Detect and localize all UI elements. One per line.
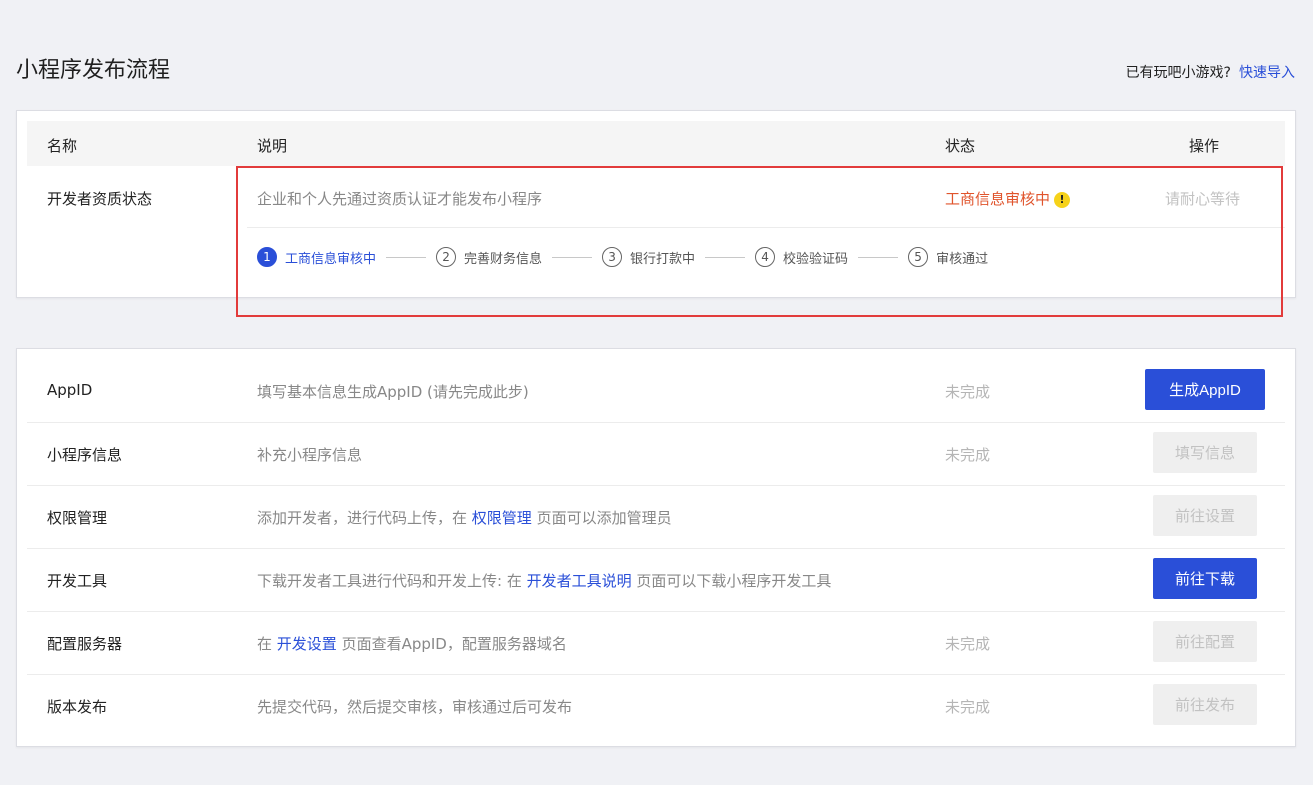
step-connector xyxy=(705,256,746,258)
permission-management-link[interactable]: 权限管理 xyxy=(472,509,532,527)
row-desc-prefix: 在 xyxy=(257,635,277,653)
step-3-number: 3 xyxy=(602,247,623,267)
qualification-steps: 1 工商信息审核中 2 完善财务信息 3 银行打款中 4 校验验证码 5 审核通… xyxy=(257,247,988,267)
row-name: 配置服务器 xyxy=(47,635,123,653)
go-download-button[interactable]: 前往下载 xyxy=(1153,558,1257,599)
devtools-doc-link[interactable]: 开发者工具说明 xyxy=(527,572,632,590)
row-status: 未完成 xyxy=(945,698,991,716)
row-status: 未完成 xyxy=(945,635,991,653)
row-desc-suffix: 页面可以下载小程序开发工具 xyxy=(631,572,832,590)
step-connector xyxy=(386,256,427,258)
generate-appid-button[interactable]: 生成AppID xyxy=(1145,369,1265,410)
header-op: 操作 xyxy=(1189,137,1220,155)
qualification-status-text: 工商信息审核中 xyxy=(945,190,1051,208)
row-desc: 在 开发设置 页面查看AppID，配置服务器域名 xyxy=(257,633,567,654)
go-configure-button[interactable]: 前往配置 xyxy=(1153,621,1257,662)
header-desc: 说明 xyxy=(257,137,288,155)
step-2-label: 完善财务信息 xyxy=(464,251,543,267)
table-row: 开发工具 下载开发者工具进行代码和开发上传: 在 开发者工具说明 页面可以下载小… xyxy=(27,548,1285,611)
step-4: 4 校验验证码 xyxy=(755,247,848,267)
table-row: 配置服务器 在 开发设置 页面查看AppID，配置服务器域名 未完成 前往配置 xyxy=(27,611,1285,674)
fill-info-button[interactable]: 填写信息 xyxy=(1153,432,1257,473)
step-4-number: 4 xyxy=(755,247,776,267)
step-4-label: 校验验证码 xyxy=(783,251,849,267)
go-publish-button[interactable]: 前往发布 xyxy=(1153,684,1257,725)
row-name: 小程序信息 xyxy=(47,446,123,464)
qualification-name: 开发者资质状态 xyxy=(47,190,153,208)
table-row: 版本发布 先提交代码，然后提交审核，审核通过后可发布 未完成 前往发布 xyxy=(27,674,1285,737)
step-3-label: 银行打款中 xyxy=(630,251,696,267)
go-settings-button[interactable]: 前往设置 xyxy=(1153,495,1257,536)
row-desc-suffix: 页面查看AppID，配置服务器域名 xyxy=(336,635,567,653)
row-status: 未完成 xyxy=(945,446,991,464)
step-2: 2 完善财务信息 xyxy=(436,247,542,267)
page-title: 小程序发布流程 xyxy=(16,58,171,83)
step-5: 5 审核通过 xyxy=(908,247,988,267)
step-1-number: 1 xyxy=(257,247,277,267)
import-question: 已有玩吧小游戏? xyxy=(1125,65,1231,81)
step-3: 3 银行打款中 xyxy=(602,247,695,267)
import-prompt: 已有玩吧小游戏? 快速导入 xyxy=(1126,62,1295,82)
step-1-label: 工商信息审核中 xyxy=(285,251,377,267)
quick-import-link[interactable]: 快速导入 xyxy=(1239,65,1295,81)
row-desc: 填写基本信息生成AppID (请先完成此步) xyxy=(257,383,529,401)
row-desc: 下载开发者工具进行代码和开发上传: 在 开发者工具说明 页面可以下载小程序开发工… xyxy=(257,570,831,591)
step-5-number: 5 xyxy=(908,247,929,267)
step-5-label: 审核通过 xyxy=(936,251,989,267)
qualification-divider xyxy=(247,227,1285,228)
step-1: 1 工商信息审核中 xyxy=(257,247,376,267)
row-name: 开发工具 xyxy=(47,572,108,590)
row-desc-suffix: 页面可以添加管理员 xyxy=(531,509,672,527)
header-name: 名称 xyxy=(47,137,78,155)
header-status: 状态 xyxy=(945,137,976,155)
table-row: 小程序信息 补充小程序信息 未完成 填写信息 xyxy=(27,422,1285,485)
qualification-status: 工商信息审核中! xyxy=(945,188,1071,209)
row-name: AppID xyxy=(47,381,93,399)
row-desc: 添加开发者，进行代码上传，在 权限管理 页面可以添加管理员 xyxy=(257,507,672,528)
step-connector xyxy=(858,256,899,258)
warning-icon: ! xyxy=(1054,191,1071,208)
qualification-desc: 企业和个人先通过资质认证才能发布小程序 xyxy=(257,190,543,208)
row-desc: 先提交代码，然后提交审核，审核通过后可发布 xyxy=(257,698,573,716)
publish-steps-card: AppID 填写基本信息生成AppID (请先完成此步) 未完成 生成AppID… xyxy=(16,348,1296,747)
qualification-card: 名称 说明 状态 操作 开发者资质状态 企业和个人先通过资质认证才能发布小程序 … xyxy=(16,110,1296,298)
table-row: AppID 填写基本信息生成AppID (请先完成此步) 未完成 生成AppID xyxy=(27,359,1285,422)
row-desc: 补充小程序信息 xyxy=(257,446,363,464)
table-row: 权限管理 添加开发者，进行代码上传，在 权限管理 页面可以添加管理员 前往设置 xyxy=(27,485,1285,548)
row-status: 未完成 xyxy=(945,383,991,401)
row-desc-prefix: 添加开发者，进行代码上传，在 xyxy=(257,509,472,527)
step-2-number: 2 xyxy=(436,247,457,267)
table-header: 名称 说明 状态 操作 xyxy=(27,121,1285,166)
dev-settings-link[interactable]: 开发设置 xyxy=(277,635,337,653)
qualification-op: 请耐心等待 xyxy=(1165,190,1241,208)
step-connector xyxy=(552,256,593,258)
row-desc-prefix: 下载开发者工具进行代码和开发上传: 在 xyxy=(257,572,527,590)
row-name: 版本发布 xyxy=(47,698,108,716)
row-name: 权限管理 xyxy=(47,509,108,527)
